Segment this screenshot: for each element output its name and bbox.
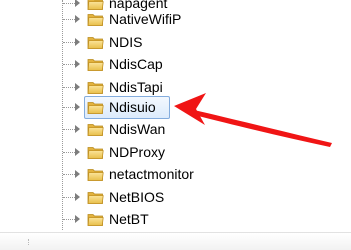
tree-node-label: NativeWifiP [109,11,182,27]
expand-arrow-icon[interactable] [75,148,80,156]
tree-node-nativewifip[interactable]: NativeWifiP [0,8,351,31]
tree-connector [63,107,75,108]
folder-icon [87,190,104,205]
folder-icon [87,12,104,27]
tree-node-label: NDProxy [109,144,166,160]
tree-connector [63,219,75,220]
tree-node-ndisuio[interactable]: Ndisuio [0,96,351,119]
tree-connector [63,129,75,130]
tree-node-netbios[interactable]: NetBIOS [0,186,351,209]
expand-arrow-icon[interactable] [75,125,80,133]
expand-arrow-icon[interactable] [75,38,80,46]
horizontal-scrollbar-edge[interactable] [0,232,351,250]
tree-node-ndiswan[interactable]: NdisWan [0,118,351,141]
tree-node-label: NdisTapi [109,79,163,95]
expand-arrow-icon[interactable] [75,103,80,111]
tree-node-ndis[interactable]: NDIS [0,31,351,54]
tree-connector [63,152,75,153]
tree-connector [63,174,75,175]
expand-arrow-icon[interactable] [75,193,80,201]
tree-node-label: netactmonitor [109,166,194,182]
tree-connector [63,42,75,43]
tree-node-netbt[interactable]: NetBT [0,208,351,231]
folder-icon [87,145,104,160]
tree-connector [63,87,75,88]
tree-node-label: NdisWan [109,121,166,137]
tree-node-netactmonitor[interactable]: netactmonitor [0,163,351,186]
tree-node-label: Ndisuio [109,99,156,115]
registry-key-tree: napagent NativeWifiP NDIS NdisCap NdisTa… [0,0,351,250]
scrollbar-grip-mark [28,239,35,245]
tree-connector [63,197,75,198]
folder-icon [87,122,104,137]
tree-node-ndiscap[interactable]: NdisCap [0,53,351,76]
expand-arrow-icon[interactable] [75,215,80,223]
folder-icon [87,80,104,95]
expand-arrow-icon[interactable] [75,60,80,68]
folder-icon [87,167,104,182]
folder-icon [87,57,104,72]
tree-node-ndproxy[interactable]: NDProxy [0,141,351,164]
tree-node-label: NDIS [109,34,143,50]
expand-arrow-icon[interactable] [75,15,80,23]
expand-arrow-icon[interactable] [75,83,80,91]
folder-icon [87,35,104,50]
expand-arrow-icon[interactable] [75,0,80,7]
expand-arrow-icon[interactable] [75,170,80,178]
tree-connector [63,3,75,4]
tree-connector [63,19,75,20]
tree-connector [63,64,75,65]
tree-node-label: NetBIOS [109,189,165,205]
registry-editor-viewport: napagent NativeWifiP NDIS NdisCap NdisTa… [0,0,351,250]
folder-icon [87,100,104,115]
tree-node-label: NdisCap [109,56,163,72]
folder-icon [87,212,104,227]
tree-node-label: NetBT [109,211,149,227]
